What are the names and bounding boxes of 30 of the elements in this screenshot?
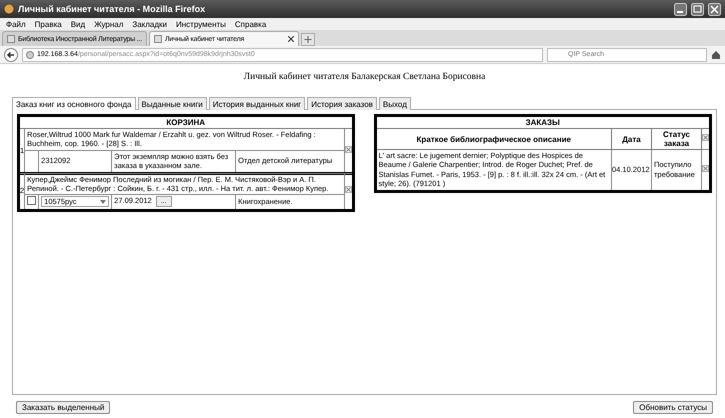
menu-item[interactable]: Справка [234, 20, 266, 28]
menu-item[interactable]: Закладки [132, 20, 168, 28]
page-tab[interactable]: Выданные книги [138, 97, 207, 110]
page-icon [7, 35, 15, 43]
column-header: Дата [622, 134, 641, 144]
menu-item[interactable]: Журнал [94, 20, 124, 28]
close-icon[interactable] [288, 36, 294, 42]
window-title: Личный кабинет читателя - Mozilla Firefox [18, 4, 206, 14]
column-header: Статус заказа [663, 130, 690, 148]
page-tab[interactable]: История заказов [307, 97, 377, 110]
page-tab[interactable]: История выданных книг [208, 97, 306, 110]
maximize-icon[interactable] [691, 2, 704, 16]
table-title: КОРЗИНА [166, 118, 206, 127]
menu-item[interactable]: Файл [6, 20, 26, 28]
page-tab[interactable]: Заказ книг из основного фонда [12, 97, 136, 110]
checkbox[interactable] [27, 196, 36, 206]
menu-item[interactable]: Вид [70, 20, 86, 28]
page-heading: Личный кабинет читателя Балакерская Светлана Борисовна [244, 72, 486, 82]
table-title: ЗАКАЗЫ [526, 118, 560, 127]
action-button[interactable]: Заказать выделенный [16, 401, 110, 414]
page-tab[interactable]: Выход [378, 97, 411, 110]
minimize-icon[interactable] [674, 2, 687, 16]
plus-icon[interactable] [301, 33, 315, 46]
dropdown-caret-icon [100, 200, 106, 204]
action-button[interactable]: Обновить статусы [633, 401, 713, 414]
menu-item[interactable]: Правка [34, 20, 62, 28]
page-icon [154, 35, 162, 43]
column-header: Краткое библиографическое описание [416, 134, 571, 144]
menu-item[interactable]: Инструменты [176, 20, 226, 28]
home-icon[interactable] [711, 50, 721, 60]
